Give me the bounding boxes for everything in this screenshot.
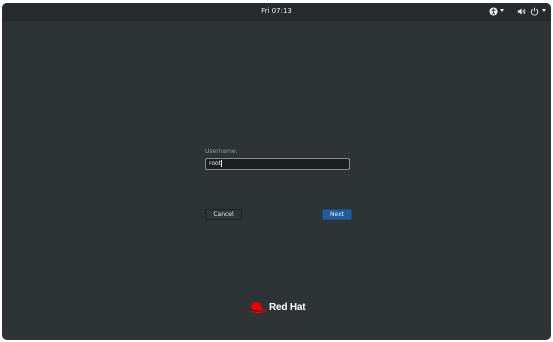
chevron-down-icon[interactable] xyxy=(500,9,504,12)
power-icon[interactable] xyxy=(530,7,539,19)
top-bar: Fri 07:13 xyxy=(2,3,551,21)
chevron-down-icon[interactable] xyxy=(542,9,546,12)
username-label: Username: xyxy=(205,148,238,155)
text-cursor xyxy=(221,160,223,167)
login-screen: Fri 07:13 Username: root Cancel Next Red… xyxy=(2,3,551,340)
brand-logo: Red Hat xyxy=(246,300,326,318)
username-input[interactable]: root xyxy=(205,158,350,170)
next-button[interactable]: Next xyxy=(322,209,352,220)
brand-name: Red Hat xyxy=(269,302,306,313)
username-value: root xyxy=(209,160,222,167)
cancel-button[interactable]: Cancel xyxy=(205,209,242,220)
red-hat-logo-icon xyxy=(247,302,267,314)
clock[interactable]: Fri 07:13 xyxy=(2,7,551,15)
accessibility-icon[interactable] xyxy=(489,7,498,19)
volume-icon[interactable] xyxy=(517,7,527,19)
